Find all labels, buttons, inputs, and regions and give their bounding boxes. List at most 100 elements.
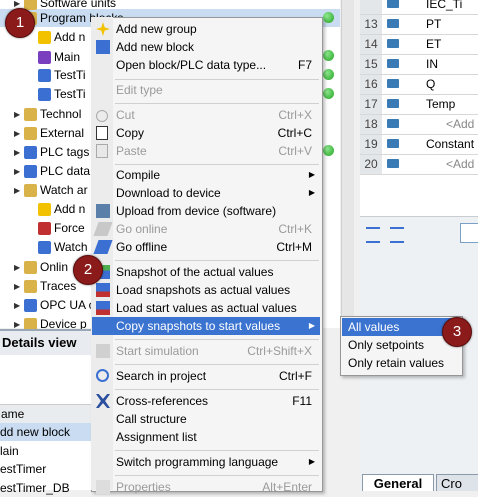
folder-icon bbox=[24, 184, 37, 198]
tree-item[interactable]: Watch bbox=[28, 238, 88, 256]
menu-cross-references[interactable]: Cross-references F11 bbox=[92, 392, 320, 410]
menu-edit-type[interactable]: Edit type bbox=[92, 81, 320, 99]
folder-icon bbox=[24, 127, 37, 141]
menu-compile[interactable]: Compile ▶ bbox=[92, 166, 320, 184]
details-view-title: Details view bbox=[0, 329, 94, 355]
expand-arrow-icon[interactable]: ▶ bbox=[14, 125, 24, 143]
submenu-arrow-icon: ▶ bbox=[308, 457, 315, 466]
tree-item[interactable]: ▶ Technol bbox=[14, 105, 81, 123]
menu-assignment-list[interactable]: Assignment list bbox=[92, 428, 320, 446]
row-text: <Add n bbox=[446, 157, 478, 171]
menu-separator bbox=[115, 389, 319, 390]
menu-call-structure[interactable]: Call structure bbox=[92, 410, 320, 428]
tree-item-label: Force bbox=[54, 221, 85, 235]
menu-go-offline[interactable]: Go offline Ctrl+M bbox=[92, 238, 320, 256]
table-row[interactable]: IEC_Ti bbox=[360, 0, 478, 15]
expand-all-icon[interactable] bbox=[366, 227, 380, 243]
row-text: ET bbox=[426, 37, 442, 51]
details-row[interactable]: estTimer_DB bbox=[0, 479, 92, 497]
details-row[interactable]: lain bbox=[0, 442, 92, 460]
menu-add-new-group[interactable]: Add new group bbox=[92, 20, 320, 38]
tree-item[interactable]: ▶ PLC tags bbox=[14, 143, 89, 161]
tab-cross-references[interactable]: Cro bbox=[436, 474, 478, 491]
tree-item-label: Watch ar bbox=[40, 183, 88, 197]
menu-cut[interactable]: Cut Ctrl+X bbox=[92, 106, 320, 124]
menu-upload-from-device[interactable]: Upload from device (software) bbox=[92, 202, 320, 220]
menu-switch-programming-language[interactable]: Switch programming language ▶ bbox=[92, 453, 320, 471]
table-row[interactable]: 19 Constant bbox=[360, 135, 478, 155]
menu-load-start-values[interactable]: Load start values as actual values bbox=[92, 299, 320, 317]
table-row[interactable]: 17 Temp bbox=[360, 95, 478, 115]
tree-item[interactable]: TestTi bbox=[28, 85, 86, 103]
tree-item-label: OPC UA c bbox=[40, 298, 95, 312]
menu-paste[interactable]: Paste Ctrl+V bbox=[92, 142, 320, 160]
collapse-all-icon[interactable] bbox=[390, 227, 404, 243]
scissors-icon bbox=[96, 110, 108, 122]
expand-arrow-icon[interactable]: ▶ bbox=[14, 259, 24, 277]
tree-item[interactable]: ▶ OPC UA c bbox=[14, 296, 95, 314]
data-icon bbox=[24, 165, 37, 179]
menu-start-simulation[interactable]: Start simulation Ctrl+Shift+X bbox=[92, 342, 320, 360]
tree-item[interactable]: ▶ Onlin bbox=[14, 258, 68, 276]
menu-search-in-project[interactable]: Search in project Ctrl+F bbox=[92, 367, 320, 385]
submenu-only-retain-values[interactable]: Only retain values bbox=[342, 354, 461, 372]
expand-arrow-icon[interactable]: ▶ bbox=[14, 182, 24, 200]
table-row[interactable]: 20 <Add n bbox=[360, 155, 478, 175]
expand-arrow-icon[interactable]: ▶ bbox=[14, 163, 24, 181]
table-row[interactable]: 16 Q bbox=[360, 75, 478, 95]
tab-general[interactable]: General bbox=[362, 474, 434, 491]
status-ok-icon bbox=[323, 69, 334, 80]
expand-arrow-icon[interactable]: ▶ bbox=[14, 144, 24, 162]
menu-snapshot-actual-values[interactable]: Snapshot of the actual values bbox=[92, 263, 320, 281]
tree-item[interactable]: ▶ Watch ar bbox=[14, 181, 88, 199]
row-text: PT bbox=[426, 17, 442, 31]
menu-copy-snapshots[interactable]: Copy snapshots to start values ▶ bbox=[92, 317, 320, 335]
tree-item[interactable]: TestTi bbox=[28, 66, 86, 84]
menu-copy[interactable]: Copy Ctrl+C bbox=[92, 124, 320, 142]
tree-item[interactable]: Add n bbox=[28, 28, 85, 46]
view-toggle-icon[interactable] bbox=[460, 223, 478, 243]
menu-separator bbox=[115, 103, 319, 104]
callout-badge-3: 3 bbox=[442, 317, 472, 347]
expand-arrow-icon[interactable]: ▶ bbox=[14, 106, 24, 124]
expand-arrow-icon[interactable]: ▶ bbox=[14, 297, 24, 315]
search-icon bbox=[96, 369, 109, 382]
load-start-icon bbox=[96, 301, 110, 315]
submenu-arrow-icon: ▶ bbox=[308, 170, 315, 179]
tree-item-label: Technol bbox=[40, 107, 82, 121]
menu-add-new-block[interactable]: Add new block bbox=[92, 38, 320, 56]
details-column-name[interactable]: ame bbox=[0, 404, 93, 424]
row-text: Q bbox=[426, 77, 436, 91]
paste-icon bbox=[96, 144, 108, 158]
copy-icon bbox=[96, 126, 108, 140]
tree-scrollbar[interactable] bbox=[341, 0, 354, 328]
menu-download-to-device[interactable]: Download to device ▶ bbox=[92, 184, 320, 202]
row-number: 13 bbox=[360, 15, 382, 34]
upload-icon bbox=[96, 204, 110, 218]
tree-item[interactable]: Add n bbox=[28, 200, 85, 218]
tree-item[interactable]: ▶ External bbox=[14, 124, 84, 142]
tree-item[interactable]: ▶ PLC data bbox=[14, 162, 90, 180]
simulation-icon bbox=[96, 344, 110, 358]
menu-load-snapshots[interactable]: Load snapshots as actual values bbox=[92, 281, 320, 299]
table-row[interactable]: 13 PT bbox=[360, 15, 478, 35]
menu-open-block[interactable]: Open block/PLC data type... F7 bbox=[92, 56, 320, 74]
expand-arrow-icon[interactable]: ▶ bbox=[14, 278, 24, 296]
tree-item-label: TestTi bbox=[54, 68, 86, 82]
tree-item[interactable]: ▶ Traces bbox=[14, 277, 76, 295]
watch-icon bbox=[38, 241, 51, 255]
row-number: 17 bbox=[360, 95, 382, 114]
table-row[interactable]: 15 IN bbox=[360, 55, 478, 75]
menu-go-online[interactable]: Go online Ctrl+K bbox=[92, 220, 320, 238]
tree-item-label: External bbox=[40, 126, 85, 140]
db-icon bbox=[38, 88, 51, 102]
details-row[interactable]: dd new block bbox=[0, 423, 92, 441]
menu-properties[interactable]: Properties Alt+Enter bbox=[92, 478, 320, 496]
details-row[interactable]: estTimer bbox=[0, 460, 92, 478]
table-row[interactable]: 14 ET bbox=[360, 35, 478, 55]
interface-param-icon bbox=[387, 0, 399, 8]
table-row[interactable]: 18 <Add n bbox=[360, 115, 478, 135]
tree-item[interactable]: Force bbox=[28, 219, 85, 237]
tree-item[interactable]: Main bbox=[28, 48, 80, 66]
tags-icon bbox=[24, 146, 37, 160]
